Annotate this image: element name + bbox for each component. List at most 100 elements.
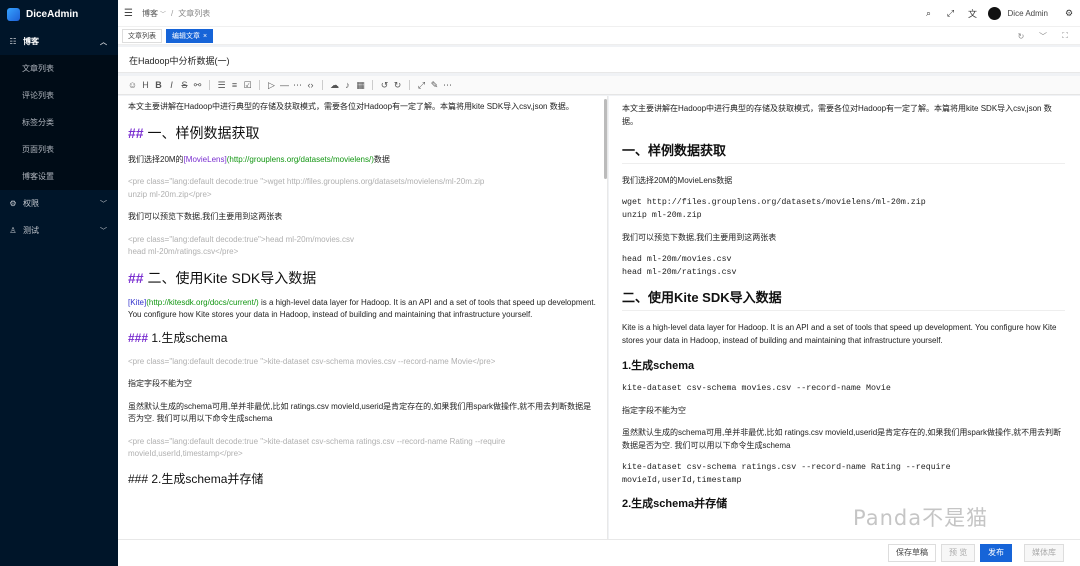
sidebar-item-label: 博客设置 <box>22 172 54 181</box>
publish-button[interactable]: 发布 <box>980 544 1012 562</box>
chevron-down-icon: ﹀ <box>100 200 107 208</box>
save-draft-button[interactable]: 保存草稿 <box>888 544 936 562</box>
markdown-editor[interactable]: 本文主要讲解在Hadoop中进行典型的存储及获取模式，需要各位对Hadoop有一… <box>118 96 608 539</box>
preview-heading-2: 二、使用Kite SDK导入数据 <box>622 289 1065 311</box>
avatar[interactable] <box>987 7 1001 20</box>
preview-code-2b: head ml-20m/ratings.csv <box>622 268 737 277</box>
editor-pre-2a: <pre class="lang:default decode:true">he… <box>128 234 355 244</box>
sidebar-item-label: 页面列表 <box>22 145 54 154</box>
toolbar-divider <box>372 80 373 90</box>
editor-pre-4: <pre class="lang:default decode:true ">k… <box>128 436 506 459</box>
undo-icon[interactable]: ↺ <box>378 80 391 91</box>
user-name[interactable]: Dice Admin <box>1008 9 1048 18</box>
sidebar-blog-submenu: 文章列表 评论列表 标签分类 页面列表 博客设置 <box>0 55 118 190</box>
inline-code-icon[interactable]: ⋯ <box>291 80 304 91</box>
editor-line-p2: 我们可以预览下数据,我们主要用到这两张表 <box>128 212 283 221</box>
sidebar-item-comment-list[interactable]: 评论列表 <box>0 82 118 109</box>
sidebar-group-blog[interactable]: ☷ 博客 ︿ <box>0 28 118 55</box>
gear-icon: ⚙ <box>9 199 17 208</box>
app-root: DiceAdmin ☷ 博客 ︿ 文章列表 评论列表 标签分类 页面列表 博客设… <box>0 0 1080 566</box>
ordered-list-icon[interactable]: ≡ <box>228 80 241 90</box>
fullscreen-icon[interactable]: ⤢ <box>415 80 428 91</box>
sidebar-item-article-list[interactable]: 文章列表 <box>0 55 118 82</box>
preview-p4: 指定字段不能为空 <box>622 406 686 415</box>
editor-pre-2b: head ml-20m/ratings.csv</pre> <box>128 247 239 256</box>
close-icon[interactable]: × <box>203 33 207 40</box>
heading-text: 二、使用Kite SDK导入数据 <box>143 269 317 286</box>
chevron-down-icon[interactable]: ﹀ <box>1032 31 1054 42</box>
tab-edit-article-label: 编辑文章 <box>172 32 200 40</box>
translate-icon[interactable]: 文 <box>962 7 984 20</box>
heading-marker: ### <box>128 330 149 345</box>
preview-p5: 虽然默认生成的schema可用,单并非最优,比如 ratings.csv mov… <box>622 428 1062 450</box>
unordered-list-icon[interactable]: ☰ <box>215 80 228 91</box>
editor-line-p5: 虽然默认生成的schema可用,单并非最优,比如 ratings.csv mov… <box>128 401 592 424</box>
link-icon[interactable]: ⚯ <box>191 80 204 91</box>
tabs-actions: ↻ ﹀ ⛶ <box>1010 27 1076 45</box>
settings-icon[interactable]: ⚙ <box>1058 8 1080 19</box>
search-icon[interactable]: ⌕ <box>918 8 940 19</box>
record-icon[interactable]: ♪ <box>341 80 354 90</box>
sidebar-group-permission-label: 权限 <box>23 199 39 208</box>
more-icon[interactable]: ⋯ <box>441 80 454 91</box>
expand-icon[interactable]: ⛶ <box>1054 31 1076 41</box>
editor-scrollbar[interactable] <box>604 99 607 179</box>
link-url: (http://kitesdk.org/docs/current/) <box>146 297 259 307</box>
chevron-down-icon: ﹀ <box>159 11 166 18</box>
quote-icon[interactable]: ▷ <box>265 80 278 91</box>
sidebar-item-label: 文章列表 <box>22 64 54 73</box>
preview-p3: Kite is a high-level data layer for Hado… <box>622 323 1057 345</box>
toolbar-divider <box>259 80 260 90</box>
italic-icon[interactable]: I <box>165 80 178 90</box>
sidebar-item-tag-category[interactable]: 标签分类 <box>0 109 118 136</box>
main-content: 在Hadoop中分析数据(一) ☺ H B I S ⚯ ☰ ≡ ☑ ▷ — ⋯ … <box>118 45 1080 566</box>
preview-code-1a: wget http://files.grouplens.org/datasets… <box>622 198 926 207</box>
breadcrumb-blog[interactable]: 博客 <box>142 8 158 19</box>
toolbar-divider <box>322 80 323 90</box>
sidebar-group-test-label: 测试 <box>23 226 39 235</box>
preview-heading-1: 一、样例数据获取 <box>622 142 1065 164</box>
editor-line-p3: [Kite](http://kitesdk.org/docs/current/)… <box>128 297 598 322</box>
sidebar-item-blog-settings[interactable]: 博客设置 <box>0 163 118 190</box>
horizontal-rule-icon[interactable]: — <box>278 80 291 90</box>
media-library-button[interactable]: 媒体库 <box>1024 544 1064 562</box>
fullscreen-icon[interactable]: ⤢ <box>940 8 962 19</box>
checklist-icon[interactable]: ☑ <box>241 80 254 91</box>
header: ☰ 博客 ﹀ / 文章列表 ⌕ ⤢ 文 Dice Admin ⚙ <box>118 0 1080 27</box>
preview-heading-4: 2.生成schema并存储 <box>622 498 728 510</box>
menu-fold-icon[interactable]: ☰ <box>124 8 133 19</box>
heading-icon[interactable]: H <box>139 80 152 90</box>
tab-article-list[interactable]: 文章列表 <box>122 28 162 43</box>
redo-icon[interactable]: ↻ <box>391 80 404 91</box>
strikethrough-icon[interactable]: S <box>178 80 191 90</box>
refresh-icon[interactable]: ↻ <box>1010 32 1032 41</box>
upload-icon[interactable]: ☁ <box>328 80 341 91</box>
editor-line-p4: 指定字段不能为空 <box>128 379 192 388</box>
sidebar-item-page-list[interactable]: 页面列表 <box>0 136 118 163</box>
editor-pre-3: <pre class="lang:default decode:true ">k… <box>128 356 496 366</box>
heading-marker: ## <box>128 124 144 141</box>
users-icon: ♙ <box>9 226 17 235</box>
sidebar-item-label: 评论列表 <box>22 91 54 100</box>
edit-mode-icon[interactable]: ✎ <box>428 80 441 91</box>
preview-button[interactable]: 预 览 <box>941 544 976 562</box>
table-icon[interactable]: ▦ <box>354 80 367 91</box>
bold-icon[interactable]: B <box>152 80 165 90</box>
editor-heading-4: ### 2.生成schema并存储 <box>128 471 264 486</box>
toolbar-divider <box>209 80 210 90</box>
sidebar-group-test[interactable]: ♙ 测试 ﹀ <box>0 217 118 244</box>
app-logo-icon <box>7 7 20 21</box>
sidebar-group-permission[interactable]: ⚙ 权限 ﹀ <box>0 190 118 217</box>
tab-edit-article[interactable]: 编辑文章 × <box>166 28 214 43</box>
code-block-icon[interactable]: ‹› <box>304 80 317 90</box>
editor-line-p1: 我们选择20M的[MovieLens](http://grouplens.org… <box>128 154 598 167</box>
emoji-icon[interactable]: ☺ <box>126 80 139 90</box>
breadcrumb-separator: / <box>170 8 174 18</box>
breadcrumb-current: 文章列表 <box>178 8 211 18</box>
heading-text: 一、样例数据获取 <box>143 124 260 141</box>
article-title-input[interactable]: 在Hadoop中分析数据(一) <box>118 47 1080 73</box>
editor-pre-1b: unzip ml-20m.zip</pre> <box>128 189 212 199</box>
brand[interactable]: DiceAdmin <box>0 0 118 28</box>
markdown-toolbar: ☺ H B I S ⚯ ☰ ≡ ☑ ▷ — ⋯ ‹› ☁ ♪ ▦ ↺ ↻ ⤢ ✎… <box>118 76 1080 95</box>
chevron-up-icon: ︿ <box>100 38 107 46</box>
